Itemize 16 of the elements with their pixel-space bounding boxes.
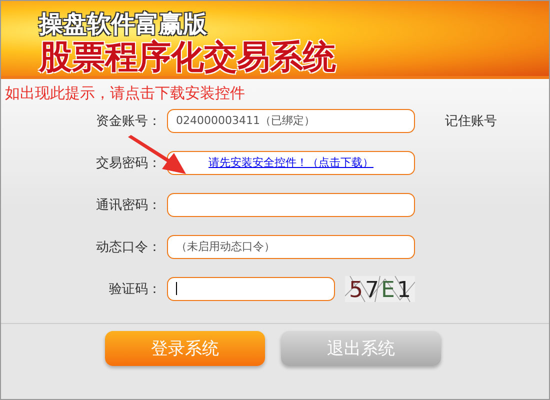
field-label: 通讯密码： xyxy=(95,196,161,214)
download-link[interactable]: 请先安装安全控件！（点击下载） xyxy=(208,155,374,170)
field-label: 验证码： xyxy=(108,280,161,298)
field-label: 动态口令： xyxy=(95,238,161,256)
remember-label: 记住账号 xyxy=(445,112,497,130)
hint-text: 如出现此提示，请点击下载安装控件 xyxy=(4,83,246,103)
captcha-image: 57E1 xyxy=(345,276,415,302)
field-label: 交易密码： xyxy=(95,154,161,172)
banner-subtitle: 操盘软件富赢版 xyxy=(39,9,208,39)
input-field[interactable]: 请先安装安全控件！（点击下载） xyxy=(167,150,415,174)
input-field[interactable]: （未启用动态口令） xyxy=(167,234,415,258)
field-label: 资金账号： xyxy=(95,112,161,130)
input-field[interactable] xyxy=(167,192,415,216)
input-field[interactable]: 024000003411（已绑定） xyxy=(167,108,415,132)
input-field[interactable] xyxy=(167,276,335,300)
banner-title: 股票程序化交易系统 xyxy=(39,39,337,75)
